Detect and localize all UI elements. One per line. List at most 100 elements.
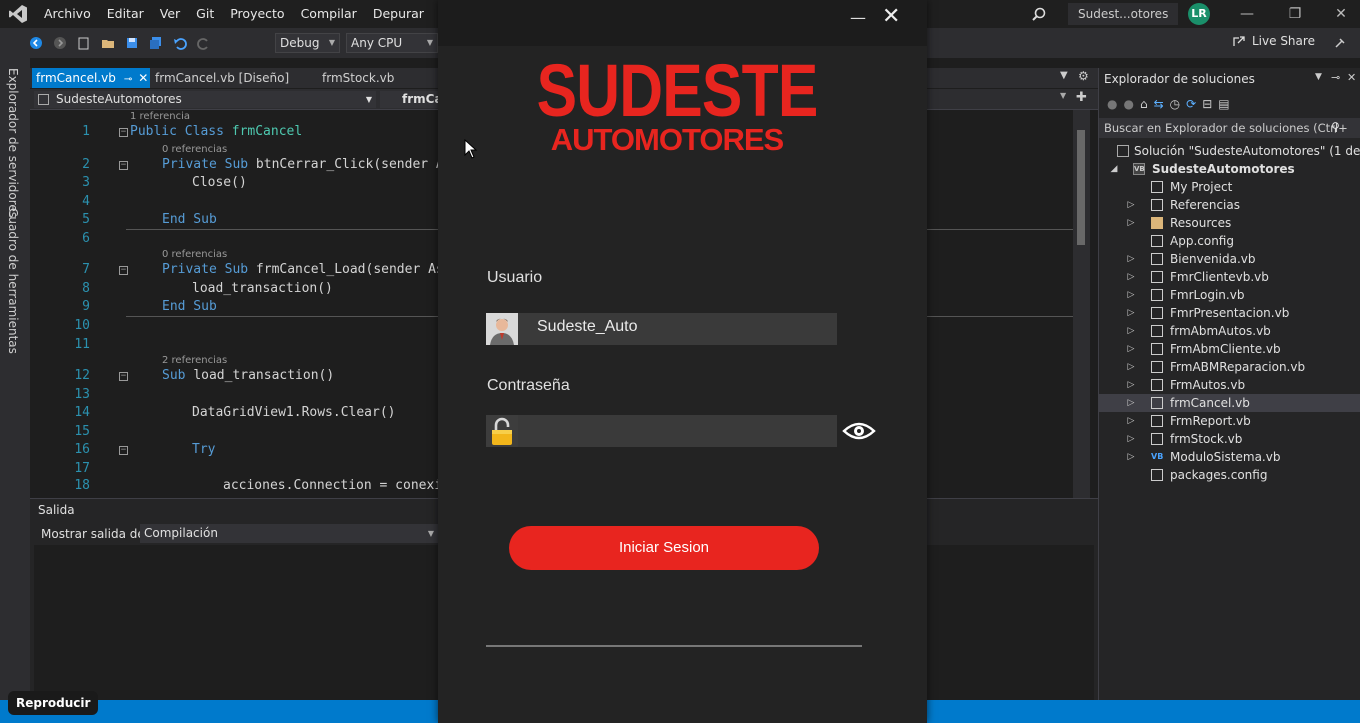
- save-icon[interactable]: [122, 33, 142, 53]
- expand-arrow-icon[interactable]: ▷: [1126, 340, 1136, 358]
- expand-arrow-icon[interactable]: ▷: [1126, 358, 1136, 376]
- expand-arrow-icon[interactable]: ▷: [1126, 250, 1136, 268]
- code-scrollbar[interactable]: [1073, 110, 1090, 498]
- fold-toggle-icon[interactable]: −: [119, 128, 128, 137]
- expand-arrow-icon[interactable]: ▷: [1126, 304, 1136, 322]
- tab-frmcancel-design[interactable]: frmCancel.vb [Diseño]: [151, 68, 293, 88]
- open-folder-icon[interactable]: [98, 33, 118, 53]
- solution-file-item[interactable]: ▷ FrmAbmCliente.vb: [1099, 340, 1360, 358]
- expand-arrow-icon[interactable]: ▷: [1126, 394, 1136, 412]
- menu-item[interactable]: Depurar: [365, 2, 432, 26]
- solution-file-item[interactable]: ▷ Resources: [1099, 214, 1360, 232]
- refresh-icon[interactable]: ⟳: [1186, 97, 1196, 111]
- explorer-menu-icon[interactable]: ▼: [1315, 72, 1322, 82]
- sync-icon[interactable]: ⇆: [1154, 97, 1164, 111]
- class-dropdown[interactable]: frmCan: [380, 91, 451, 108]
- tab-frmstock[interactable]: frmStock.vb: [318, 68, 398, 88]
- codelens-references[interactable]: 0 referencias: [162, 249, 227, 260]
- undo-icon[interactable]: [170, 33, 190, 53]
- visual-studio-logo-icon[interactable]: [0, 0, 36, 28]
- expand-arrow-icon[interactable]: ▷: [1126, 268, 1136, 286]
- configuration-select[interactable]: Debug ▼: [275, 33, 340, 53]
- expand-arrow-icon[interactable]: ▷: [1126, 430, 1136, 448]
- home-icon[interactable]: ⌂: [1140, 97, 1148, 111]
- solution-file-item[interactable]: ▷ frmStock.vb: [1099, 430, 1360, 448]
- solution-file-item[interactable]: ▷ frmCancel.vb: [1099, 394, 1360, 412]
- show-password-eye-icon[interactable]: [842, 419, 876, 446]
- explorer-back-icon[interactable]: ●: [1107, 97, 1117, 111]
- solution-node[interactable]: Solución "SudesteAutomotores" (1 de 1 pr…: [1099, 142, 1360, 160]
- minimize-icon[interactable]: —: [850, 8, 866, 27]
- pin-icon[interactable]: ⊸: [1331, 71, 1340, 84]
- platform-select[interactable]: Any CPU ▼: [346, 33, 438, 53]
- codelens-references[interactable]: 0 referencias: [162, 144, 227, 155]
- fold-toggle-icon[interactable]: −: [119, 161, 128, 170]
- menu-item[interactable]: Archivo: [36, 2, 99, 26]
- codelens-references[interactable]: 1 referencia: [130, 111, 190, 122]
- live-share-button[interactable]: Live Share: [1232, 34, 1315, 48]
- expand-arrow-icon[interactable]: ▷: [1126, 376, 1136, 394]
- server-explorer-tab[interactable]: Explorador de servidores: [6, 68, 20, 218]
- show-all-files-icon[interactable]: ▤: [1218, 97, 1229, 111]
- tab-overflow-icon[interactable]: ▼: [1060, 70, 1068, 81]
- solution-file-item[interactable]: My Project: [1099, 178, 1360, 196]
- solution-file-item[interactable]: ▷ FrmAutos.vb: [1099, 376, 1360, 394]
- history-icon[interactable]: ◷: [1170, 97, 1180, 111]
- output-source-select[interactable]: Compilación ▼: [140, 524, 438, 543]
- solution-file-item[interactable]: ▷ Referencias: [1099, 196, 1360, 214]
- save-all-icon[interactable]: [146, 33, 166, 53]
- solution-file-item[interactable]: ▷ FmrClientevb.vb: [1099, 268, 1360, 286]
- login-button[interactable]: Iniciar Sesion: [509, 526, 819, 570]
- tab-frmcancel-code[interactable]: frmCancel.vb ⊸ ✕: [32, 68, 150, 88]
- menu-item[interactable]: Git: [188, 2, 222, 26]
- fold-toggle-icon[interactable]: −: [119, 446, 128, 455]
- project-dropdown[interactable]: SudesteAutomotores ▼: [34, 91, 376, 108]
- solution-file-item[interactable]: packages.config: [1099, 466, 1360, 484]
- expand-arrow-icon[interactable]: ◢: [1109, 160, 1119, 178]
- solution-title-box[interactable]: Sudest...otores: [1068, 3, 1179, 25]
- close-icon[interactable]: ✕: [882, 4, 900, 29]
- close-explorer-icon[interactable]: ✕: [1347, 71, 1356, 84]
- collapse-all-icon[interactable]: ⊟: [1202, 97, 1212, 111]
- expand-arrow-icon[interactable]: ▷: [1126, 286, 1136, 304]
- expand-arrow-icon[interactable]: ▷: [1126, 412, 1136, 430]
- play-button[interactable]: Reproducir: [8, 691, 99, 715]
- menu-item[interactable]: Proyecto: [222, 2, 292, 26]
- forward-icon[interactable]: [50, 33, 70, 53]
- solution-file-item[interactable]: ▷ FrmReport.vb: [1099, 412, 1360, 430]
- split-icon[interactable]: ✚: [1076, 90, 1087, 105]
- settings-gear-icon[interactable]: ⚙: [1078, 69, 1089, 83]
- explorer-forward-icon[interactable]: ●: [1123, 97, 1133, 111]
- menu-item[interactable]: Compilar: [293, 2, 365, 26]
- solution-file-item[interactable]: ▷ FmrLogin.vb: [1099, 286, 1360, 304]
- new-project-icon[interactable]: [74, 33, 94, 53]
- feedback-icon[interactable]: [1330, 33, 1350, 53]
- toolbox-tab[interactable]: Cuadro de herramientas: [6, 208, 20, 354]
- fold-toggle-icon[interactable]: −: [119, 372, 128, 381]
- password-field[interactable]: [486, 415, 837, 447]
- search-icon[interactable]: [1028, 3, 1050, 25]
- explorer-search-input[interactable]: Buscar en Explorador de soluciones (Ctrl…: [1099, 118, 1360, 138]
- solution-file-item[interactable]: ▷ VB ModuloSistema.vb: [1099, 448, 1360, 466]
- maximize-icon[interactable]: ❐: [1272, 0, 1318, 28]
- member-dropdown-arrow-icon[interactable]: ▼: [1060, 91, 1066, 100]
- solution-file-item[interactable]: App.config: [1099, 232, 1360, 250]
- menu-item[interactable]: Ver: [152, 2, 188, 26]
- solution-file-item[interactable]: ▷ Bienvenida.vb: [1099, 250, 1360, 268]
- solution-file-item[interactable]: ▷ FmrPresentacion.vb: [1099, 304, 1360, 322]
- expand-arrow-icon[interactable]: ▷: [1126, 448, 1136, 466]
- expand-arrow-icon[interactable]: ▷: [1126, 214, 1136, 232]
- project-node[interactable]: ◢ VB SudesteAutomotores: [1099, 160, 1360, 178]
- back-icon[interactable]: [26, 33, 46, 53]
- user-avatar[interactable]: LR: [1188, 3, 1210, 25]
- solution-file-item[interactable]: ▷ frmAbmAutos.vb: [1099, 322, 1360, 340]
- menu-item[interactable]: Editar: [99, 2, 152, 26]
- fold-toggle-icon[interactable]: −: [119, 266, 128, 275]
- expand-arrow-icon[interactable]: ▷: [1126, 196, 1136, 214]
- minimize-icon[interactable]: —: [1224, 0, 1270, 28]
- explorer-search-icon[interactable]: ⚲: [1331, 120, 1340, 134]
- close-window-icon[interactable]: ✕: [1318, 0, 1360, 28]
- user-field[interactable]: Sudeste_Auto: [486, 313, 837, 345]
- redo-icon[interactable]: [194, 33, 214, 53]
- solution-file-item[interactable]: ▷ FrmABMReparacion.vb: [1099, 358, 1360, 376]
